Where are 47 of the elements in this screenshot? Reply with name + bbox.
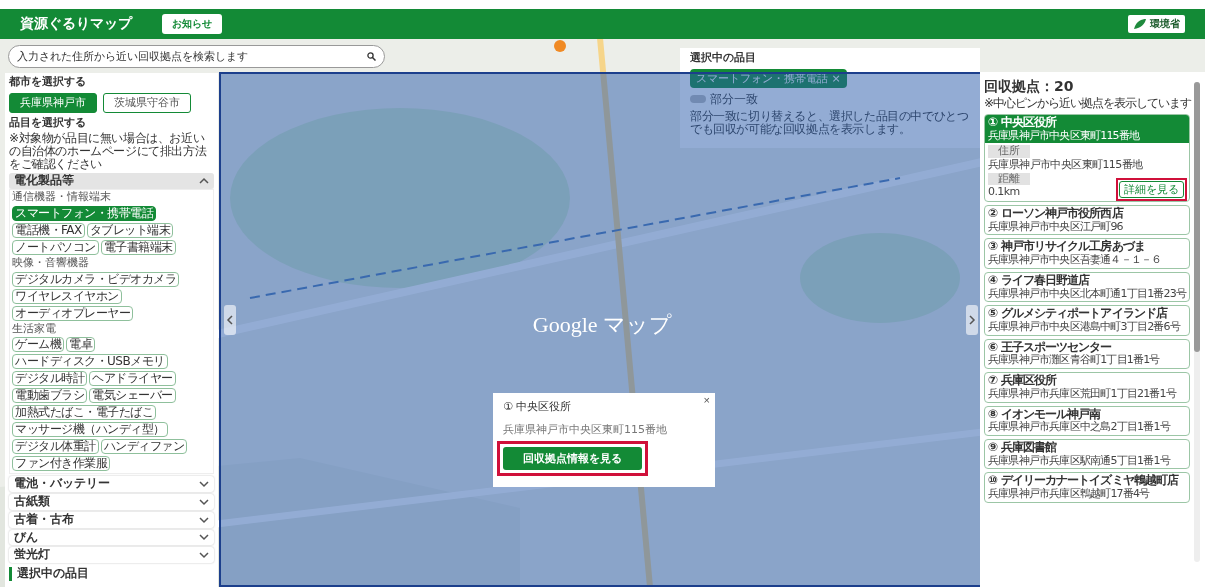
site-name: ⑧ イオンモール神戸南 [988,407,1102,421]
section-note: ※対象物が品目に無い場合は、お近いの自治体のホームページにて排出方法をご確認ください [9,131,208,172]
popup-address: 兵庫県神戸市中央区東町115番地 [503,422,668,437]
logo-text: 環境省 [1150,17,1180,31]
panel-heading: 選択中の品目 [690,52,757,65]
toggle-label: 部分一致 [710,91,758,107]
site-name: ⑨ 兵庫図書館 [988,440,1058,455]
site-name: ⑩ デイリーカナートイズミヤ鵯越町店 [988,474,1180,488]
results-title: 回収拠点：20 [984,78,1075,95]
site-address: 兵庫県神戸市中央区江戸町96 [988,220,1124,234]
group-label: 映像・音響機器 [12,256,90,270]
site-address: 兵庫県神戸市灘区青谷町1丁目1番1号 [988,354,1161,368]
results-note: ※中心ピンから近い拠点を表示しています [984,97,1190,111]
section-heading: 選択中の品目 [9,567,214,581]
category-label: びん [14,530,38,545]
site-address: 兵庫県神戸市兵庫区中之島2丁目1番1号 [988,421,1172,434]
site-name: ③ 神戸市リサイクル工房あづま [988,240,1146,254]
popup-title: ① 中央区役所 [503,399,573,414]
section-heading: 品目を選択する [9,117,87,130]
toggle-note: 部分一致に切り替えると、選択した品目の中でひとつでも回収が可能な回収拠点を表示します。 [690,110,970,137]
site-name: ② ローソン神戸市役所西店 [988,206,1125,221]
site-address: 兵庫県神戸市中央区港島中町3丁目2番6号 [988,321,1182,334]
site-name: ⑥ 王子スポーツセンター [988,340,1113,354]
site-address: 兵庫県神戸市兵庫区鵯越町17番4号 [988,488,1151,501]
app-title: 資源ぐるりマップ [20,15,132,33]
detail-value: 兵庫県神戸市中央区東町115番地 [988,158,1143,172]
map-label: Google マップ [532,310,673,339]
detail-label: 距離 [988,172,1030,186]
category-label: 電化製品等 [14,174,74,189]
site-name: ⑤ グルメシティポートアイランド店 [988,307,1169,321]
site-name: ④ ライフ春日野道店 [988,273,1091,288]
site-address: 兵庫県神戸市中央区北本町通1丁目1番23号 [988,287,1186,301]
group-label: 通信機器・情報端末 [12,191,112,204]
category-label: 蛍光灯 [14,548,50,563]
site-address: 兵庫県神戸市兵庫区駅南通5丁目1番1号 [988,454,1172,468]
site-name: ⑦ 兵庫区役所 [988,374,1058,388]
site-address: 兵庫県神戸市中央区吾妻通４－１－６ [988,254,1163,267]
group-label: 生活家電 [12,322,57,336]
detail-label: 住所 [988,145,1030,158]
site-name: ① 中央区役所 [988,115,1058,130]
category-label: 古紙類 [14,495,50,509]
category-label: 古着・古布 [14,512,74,527]
category-label: 電池・バッテリー [14,477,110,491]
site-address: 兵庫県神戸市中央区東町115番地 [988,129,1141,143]
detail-value: 0.1km [988,186,1020,199]
site-address: 兵庫県神戸市兵庫区荒田町1丁目21番1号 [988,387,1178,401]
section-heading: 都市を選択する [9,76,87,89]
